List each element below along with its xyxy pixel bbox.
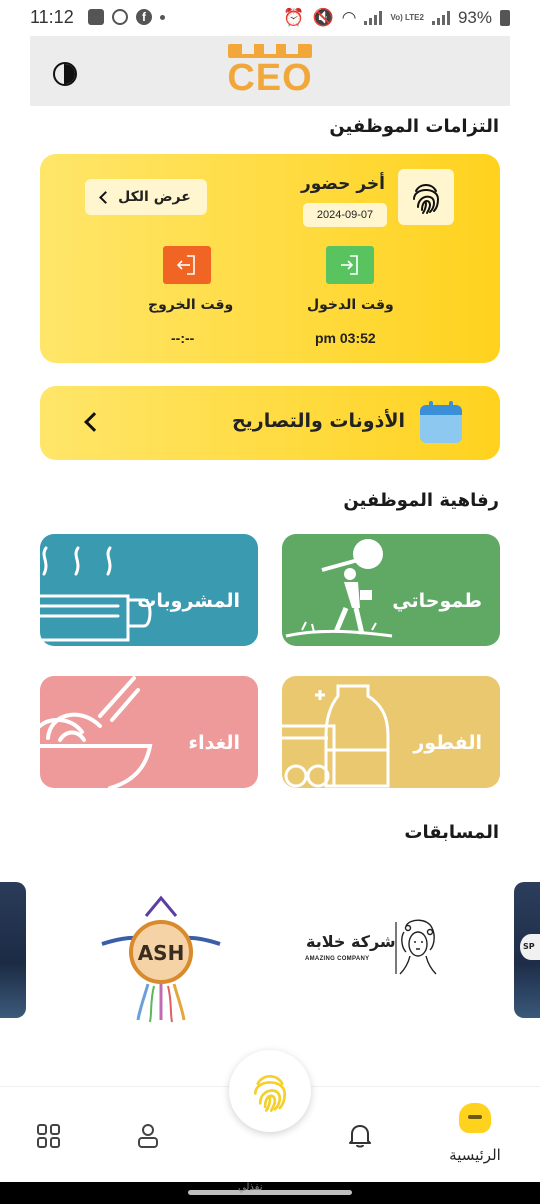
check-in-icon bbox=[326, 246, 374, 284]
nav-home-label: الرئيسية bbox=[449, 1146, 501, 1164]
tile-breakfast[interactable]: الفطور bbox=[282, 676, 500, 788]
check-out-value: --:-- bbox=[171, 330, 195, 346]
woman-face-icon bbox=[395, 919, 437, 975]
system-nav-bar: نفذلي bbox=[0, 1182, 540, 1204]
app-logo: CEO bbox=[224, 44, 316, 100]
ash-logo[interactable]: ASH bbox=[100, 894, 222, 1024]
tile-breakfast-label: الفطور bbox=[413, 732, 482, 754]
signal-icon-2 bbox=[431, 11, 450, 25]
signal-icon bbox=[364, 11, 383, 25]
theme-toggle-icon[interactable] bbox=[53, 62, 77, 86]
facebook-icon: f bbox=[136, 9, 152, 25]
nav-menu[interactable] bbox=[36, 1123, 62, 1153]
chevron-left-icon bbox=[84, 412, 104, 432]
tile-drinks-label: المشروبات bbox=[137, 590, 240, 612]
attendance-card: أخر حضور 2024-09-07 عرض الكل وقت الدخول … bbox=[40, 154, 500, 363]
gallery-icon bbox=[88, 9, 104, 25]
logo-text: CEO bbox=[227, 57, 313, 99]
carousel-card-prev[interactable] bbox=[0, 882, 26, 1018]
ash-logo-text: ASH bbox=[138, 941, 185, 965]
fingerprint-icon bbox=[398, 169, 454, 225]
tile-lunch-label: الغداء bbox=[188, 732, 240, 754]
whatsapp-icon bbox=[112, 9, 128, 25]
notification-icons: f bbox=[88, 9, 165, 25]
app-header: CEO bbox=[0, 36, 540, 106]
system-icons: ⏰ 🔇 ◠ Vo) LTE2 93% bbox=[283, 8, 510, 28]
fingerprint-icon bbox=[253, 1074, 287, 1112]
battery-percent: 93% bbox=[457, 8, 492, 27]
battery-icon bbox=[500, 10, 510, 26]
user-icon bbox=[138, 1124, 158, 1148]
carousel-card-next[interactable]: SP bbox=[514, 882, 540, 1018]
more-notifications-icon bbox=[160, 14, 165, 20]
tile-ambitions[interactable]: طموحاتي bbox=[282, 534, 500, 646]
status-time: 11:12 bbox=[30, 7, 74, 27]
ash-logo-image: ASH bbox=[101, 895, 221, 1023]
view-all-button[interactable]: عرض الكل bbox=[85, 179, 207, 215]
amazing-company-logo[interactable]: شركة خلابة AMAZING COMPANY bbox=[300, 916, 445, 986]
mute-icon: 🔇 bbox=[312, 8, 334, 27]
tile-lunch[interactable]: الغداء bbox=[40, 676, 258, 788]
check-out-label: وقت الخروج bbox=[148, 297, 234, 313]
wifi-icon: ◠ bbox=[341, 8, 357, 27]
competitions-carousel[interactable]: ASH شركة خلابة AMAZING COMPANY SP bbox=[0, 880, 540, 1025]
last-attendance-label: أخر حضور bbox=[300, 174, 385, 194]
chevron-left-icon bbox=[99, 190, 113, 204]
tile-drinks[interactable]: المشروبات bbox=[40, 534, 258, 646]
view-all-label: عرض الكل bbox=[118, 189, 191, 205]
tile-ambitions-label: طموحاتي bbox=[392, 590, 482, 612]
company-subtitle: AMAZING COMPANY bbox=[305, 956, 370, 962]
attendance-date: 2024-09-07 bbox=[303, 203, 387, 227]
check-in-label: وقت الدخول bbox=[307, 297, 394, 313]
status-bar: 11:12 f ⏰ 🔇 ◠ Vo) LTE2 93% bbox=[0, 0, 540, 36]
calendar-icon bbox=[420, 401, 462, 443]
lte-indicator: Vo) LTE2 bbox=[390, 13, 424, 22]
check-out-icon bbox=[163, 246, 211, 284]
home-icon bbox=[459, 1103, 491, 1133]
bell-icon bbox=[349, 1125, 371, 1148]
leaves-label: الأذونات والتصاريح bbox=[231, 410, 405, 432]
nav-profile[interactable] bbox=[137, 1123, 159, 1153]
commitments-title: التزامات الموظفين bbox=[329, 116, 499, 137]
home-gesture-bar[interactable] bbox=[188, 1190, 352, 1195]
next-card-badge-icon: SP bbox=[520, 934, 540, 960]
watermark: نفذلي bbox=[238, 1182, 263, 1193]
welfare-title: رفاهية الموظفين bbox=[343, 490, 499, 511]
nav-notifications[interactable] bbox=[346, 1121, 374, 1153]
leaves-permits-card[interactable]: الأذونات والتصاريح bbox=[40, 386, 500, 460]
competitions-title: المسابقات bbox=[404, 822, 499, 843]
logo-crown-icon bbox=[228, 44, 312, 58]
alarm-icon: ⏰ bbox=[283, 8, 305, 27]
nav-home[interactable]: الرئيسية bbox=[440, 1103, 510, 1167]
grid-icon bbox=[37, 1124, 60, 1148]
fingerprint-attendance-button[interactable] bbox=[229, 1050, 311, 1132]
company-name: شركة خلابة bbox=[306, 932, 396, 951]
check-in-value: pm 03:52 bbox=[315, 330, 376, 346]
